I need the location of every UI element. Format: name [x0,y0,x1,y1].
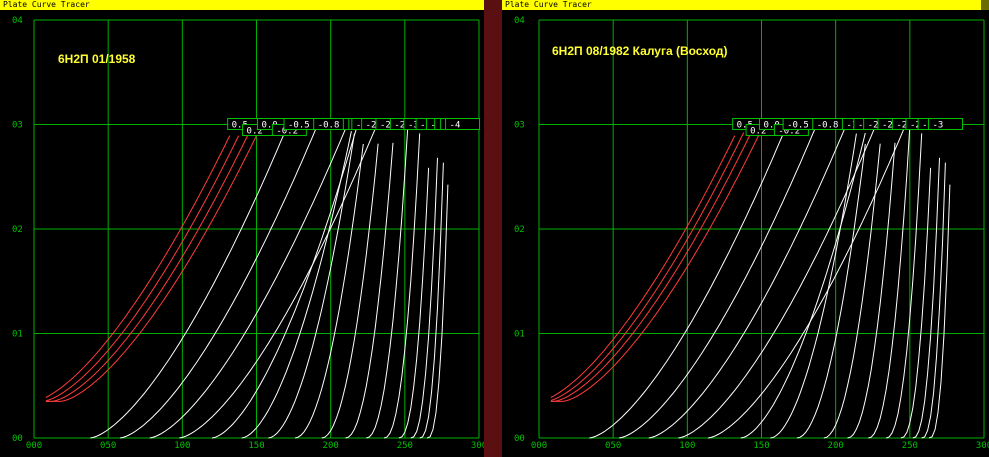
curve-line [45,135,257,402]
curve-line [45,135,231,398]
curve-line [740,132,866,439]
plate-curves [550,126,951,439]
curve-label-box: -0.8 [812,118,848,131]
x-tick-label: 250 [902,441,918,451]
curve-labels: 0.50.20.0-0.2-0.5-0.8-1.0-1.2-1.5-1.8-2.… [227,118,481,137]
x-tick-label: 200 [828,441,844,451]
x-tick-label: 100 [679,441,695,451]
curve-label-box: -4 [445,118,481,131]
x-tick-label: 300 [471,441,484,451]
tube-sample-title: 6Н2П 08/1982 Калуга (Восход) [552,44,727,58]
y-tick-label: 04 [12,16,23,26]
curve-label-text: -4 [450,121,461,131]
curve-line [149,128,346,439]
curve-line [912,157,940,439]
curve-line [770,133,857,439]
y-tick-label: 01 [12,330,23,340]
curve-line [550,135,736,398]
plate-curve-window-left: Plate Curve Tracer 000 050 100 150 200 250 30 0… [0,0,484,457]
x-tick-label: 200 [323,441,339,451]
x-tick-label: 250 [397,441,413,451]
window-titlebar[interactable]: Plate Curve Tracer [0,0,484,10]
plate-curve-window-right: Plate Curve Tracer 000 050 100 150 200 250 30 0… [502,0,989,457]
x-tick-label: 100 [174,441,190,451]
x-tick-label: 150 [248,441,264,451]
curve-line [410,157,438,439]
y-tick-label: 00 [12,434,23,444]
x-tick-label: 300 [976,441,989,451]
curve-line [294,143,364,439]
curve-label-box: -0.5 [283,118,319,131]
window-title: Plate Curve Tracer [505,0,592,9]
curve-line [847,142,896,439]
y-tick-label: 03 [12,121,23,131]
plate-curve-chart-left: 000 050 100 150 200 250 300 00 01 02 03 04 6Н2П 01/1… [12,16,484,451]
plate-curve-chart-right: 000 050 100 150 200 250 300 00 01 02 03 04 6Н2П 08/1… [514,16,989,451]
x-tick-label: 150 [753,441,769,451]
y-tick-label: 03 [514,121,525,131]
curve-labels: 0.50.20.0-0.2-0.5-0.8-1.0-1.2-1.5-1.8-2.… [732,118,963,137]
curve-line [708,128,905,439]
curve-line [648,128,846,439]
window-titlebar[interactable]: Plate Curve Tracer [502,0,989,10]
titlebar-edge [981,0,989,10]
curve-line [550,135,759,402]
curve-label-box: -3 [927,118,963,131]
curve-line [119,128,317,439]
curve-line [398,167,430,439]
x-tick-label: 050 [100,441,116,451]
curve-line [678,128,875,439]
curve-line [383,133,421,439]
x-tick-label: 050 [605,441,621,451]
curve-line [900,167,932,439]
curve-label-text: -0.5 [787,121,809,131]
y-tick-label: 04 [514,16,525,26]
curve-line [366,126,409,439]
curve-label-text: -0.8 [817,121,839,131]
curve-line [345,142,394,439]
x-tick-label: 000 [26,441,42,451]
curve-line [241,130,352,439]
curve-line [885,133,923,439]
y-tick-label: 01 [514,330,525,340]
curve-label-text: -0.8 [318,121,340,131]
curve-line [550,132,745,401]
curve-label-box: -0.8 [313,118,349,131]
curve-line [550,135,751,402]
grid-lines [33,19,480,439]
curve-label-box: -0.5 [782,118,818,131]
curve-line [823,143,881,439]
window-title: Plate Curve Tracer [3,0,90,9]
curve-line [868,126,911,439]
curve-line [211,125,358,439]
curve-line [45,135,249,402]
curve-line [619,128,816,439]
curve-label-text: -0.5 [288,121,310,131]
x-tick-label: 000 [531,441,547,451]
curve-line [796,143,866,439]
y-tick-label: 00 [514,434,525,444]
plate-curves [45,125,449,439]
tube-sample-title: 6Н2П 01/1958 [58,52,136,66]
y-tick-label: 02 [514,225,525,235]
curve-label-text: -3 [932,121,943,131]
y-tick-label: 02 [12,225,23,235]
